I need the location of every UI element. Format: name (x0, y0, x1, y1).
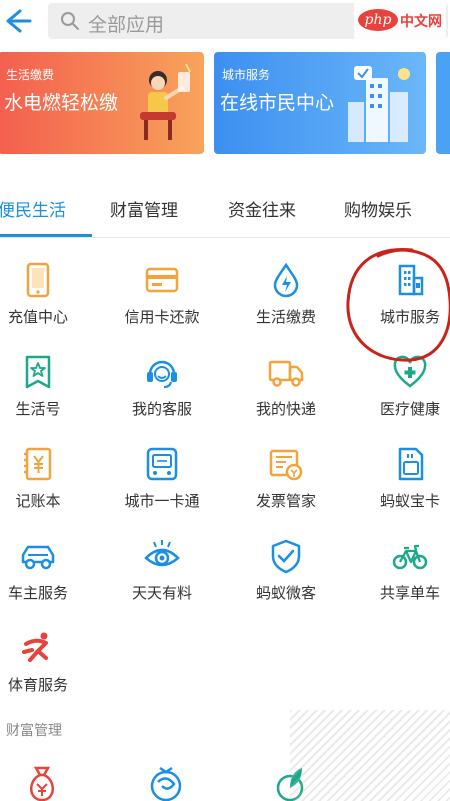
invoice-icon (269, 449, 303, 481)
watermark-brand: php (358, 9, 398, 31)
highlight-circle-annotation (346, 247, 450, 362)
app-credit-card-repay[interactable]: 信用卡还款 (106, 262, 218, 352)
app-life-account[interactable]: 生活号 (0, 354, 94, 444)
banner-carousel: 生活缴费 水电燃轻松缴 城市服务 在线市民中心 (0, 52, 450, 154)
app-label: 共享单车 (379, 584, 440, 602)
app-life-payment[interactable]: 生活缴费 (230, 262, 342, 352)
app-ant-weike[interactable]: 蚂蚁微客 (230, 538, 342, 628)
app-city-card[interactable]: 城市一卡通 (106, 446, 218, 536)
search-icon (60, 11, 80, 31)
tab-convenience-life[interactable]: 便民生活 (0, 196, 66, 221)
active-tab-indicator (0, 234, 92, 237)
watermark-logo: php 中文网 (354, 2, 446, 40)
app-car-owner-service[interactable]: 车主服务 (0, 538, 94, 628)
money-bag-icon[interactable] (22, 762, 62, 801)
car-icon (21, 545, 55, 570)
app-sports-service[interactable]: 体育服务 (0, 630, 94, 720)
app-label: 蚂蚁宝卡 (379, 492, 440, 510)
app-label: 我的快递 (255, 400, 316, 418)
watermark-text: 中文网 (400, 14, 442, 30)
app-account-book[interactable]: 记账本 (0, 446, 94, 536)
app-ant-card[interactable]: 蚂蚁宝卡 (354, 446, 450, 536)
tab-fund-transfer[interactable]: 资金往来 (228, 196, 296, 221)
banner-next-peek[interactable] (436, 52, 450, 154)
badge-star-icon (25, 355, 51, 389)
tab-shopping-entertainment[interactable]: 购物娱乐 (344, 196, 412, 221)
banner-title: 在线市民中心 (220, 92, 335, 114)
phone-icon (26, 262, 50, 298)
transit-card-icon (146, 447, 178, 481)
app-label: 充值中心 (7, 308, 68, 326)
app-customer-service[interactable]: 我的客服 (106, 354, 218, 444)
app-invoice-manager[interactable]: 发票管家 (230, 446, 342, 536)
app-label: 生活号 (15, 400, 61, 418)
banner-title: 水电燃轻松缴 (4, 92, 119, 114)
headset-icon (147, 360, 177, 388)
category-tabs: 便民生活 财富管理 资金往来 购物娱乐 (0, 184, 450, 238)
top-bar: 全部应用 php 中文网 (0, 0, 450, 42)
app-label: 天天有料 (131, 584, 192, 602)
app-label: 记账本 (15, 492, 61, 510)
banner-life-payment[interactable]: 生活缴费 水电燃轻松缴 (0, 52, 204, 154)
app-label: 体育服务 (7, 676, 68, 694)
eye-radar-icon (144, 540, 180, 567)
app-label: 车主服务 (7, 584, 68, 602)
search-placeholder: 全部应用 (88, 14, 165, 36)
app-label: 发票管家 (255, 492, 316, 510)
banner-subtitle: 生活缴费 (6, 68, 55, 82)
tab-wealth-management[interactable]: 财富管理 (110, 196, 178, 221)
app-label: 生活缴费 (255, 308, 316, 326)
bicycle-icon (392, 544, 428, 570)
banner-subtitle: 城市服务 (222, 68, 271, 82)
app-shared-bike[interactable]: 共享单车 (354, 538, 450, 628)
watermark-noise (290, 710, 450, 801)
app-my-express[interactable]: 我的快递 (230, 354, 342, 444)
water-drop-icon (273, 262, 299, 298)
app-label: 城市一卡通 (124, 492, 200, 510)
section-title-wealth: 财富管理 (6, 723, 62, 739)
runner-icon (22, 632, 48, 662)
wealth-swirl-icon[interactable] (146, 762, 186, 801)
app-label: 信用卡还款 (124, 308, 200, 326)
app-label: 我的客服 (131, 400, 192, 418)
back-arrow-icon[interactable] (0, 4, 34, 38)
app-label: 医疗健康 (379, 400, 440, 418)
truck-icon (268, 360, 304, 387)
sim-card-icon (398, 447, 424, 481)
shield-check-icon (271, 539, 301, 574)
app-label: 蚂蚁微客 (255, 584, 316, 602)
city-buildings-illustration-icon (348, 66, 410, 142)
banner-city-service[interactable]: 城市服务 在线市民中心 (214, 52, 426, 154)
app-daily-news[interactable]: 天天有料 (106, 538, 218, 628)
credit-card-icon (145, 267, 179, 293)
app-medical-health[interactable]: 医疗健康 (354, 354, 450, 444)
app-recharge-center[interactable]: 充值中心 (0, 262, 94, 352)
person-on-chair-illustration-icon (140, 63, 191, 140)
ledger-icon (24, 447, 52, 481)
